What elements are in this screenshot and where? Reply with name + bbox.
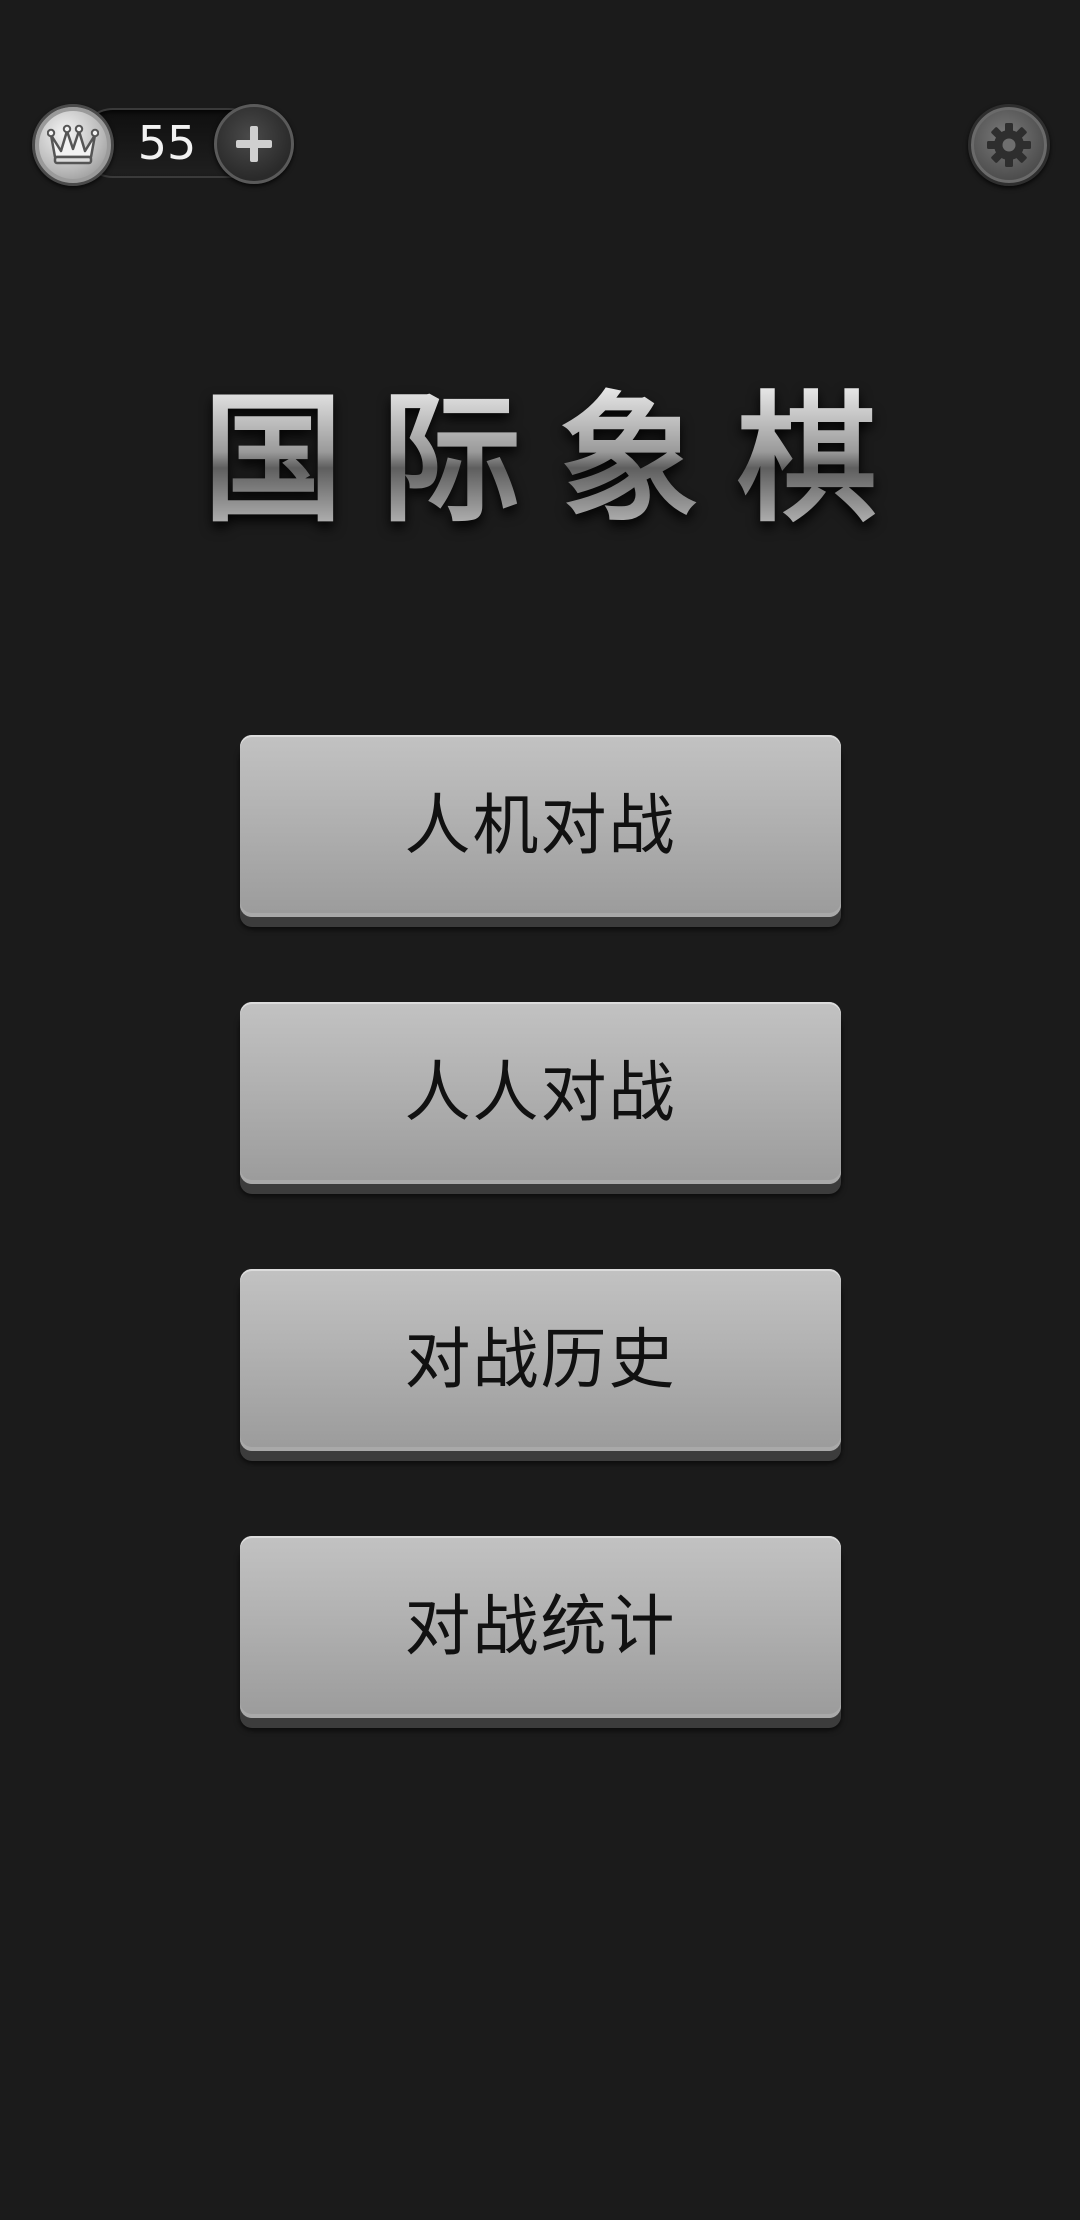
- main-menu: 人机对战 人人对战 对战历史 对战统计: [240, 735, 841, 1803]
- gear-icon: [987, 123, 1031, 167]
- match-history-label: 对战历史: [404, 1321, 677, 1398]
- crown-icon-glyph: [47, 124, 99, 165]
- settings-button[interactable]: [968, 104, 1050, 186]
- vs-computer-label: 人机对战: [404, 787, 677, 864]
- vs-player-button[interactable]: 人人对战: [240, 1002, 841, 1184]
- add-coins-button[interactable]: [214, 104, 294, 184]
- match-history-button[interactable]: 对战历史: [240, 1269, 841, 1451]
- vs-computer-button[interactable]: 人机对战: [240, 735, 841, 917]
- coin-count: 55: [137, 116, 197, 170]
- home-screen: 55 国际象棋 人机对战 人人对战 对战历史 对战统计: [0, 0, 1080, 2220]
- match-statistics-button[interactable]: 对战统计: [240, 1536, 841, 1718]
- plus-icon: [236, 126, 272, 162]
- vs-player-label: 人人对战: [404, 1054, 677, 1131]
- match-statistics-label: 对战统计: [404, 1588, 677, 1665]
- app-title: 国际象棋: [0, 380, 1080, 540]
- crown-icon: [32, 104, 114, 186]
